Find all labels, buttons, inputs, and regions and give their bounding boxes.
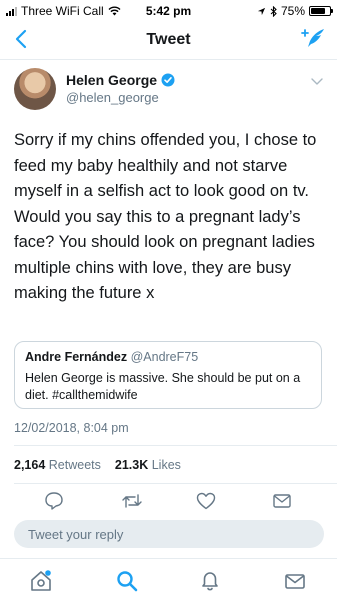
tweet-actions [0,490,337,514]
compose-icon[interactable] [301,26,327,52]
envelope-icon[interactable] [271,490,293,512]
verified-badge-icon [161,73,175,87]
divider [14,483,337,484]
avatar[interactable] [14,68,56,110]
battery-percent: 75% [280,4,305,18]
status-right: 75% [257,4,333,18]
quoted-tweet-header: Andre Fernández @AndreF75 [25,350,311,364]
author-name-row[interactable]: Helen George [66,72,175,88]
bluetooth-icon [270,5,277,17]
reply-icon[interactable] [43,490,65,512]
search-icon[interactable] [114,568,140,594]
quoted-author-handle: @AndreF75 [130,350,199,364]
retweets-count: 2,164 [14,458,46,472]
heart-icon[interactable] [195,490,217,512]
author-handle[interactable]: @helen_george [66,90,159,105]
tweet-text: Sorry if my chins offended you, I chose … [14,131,317,302]
reply-bar [14,520,324,548]
quoted-tweet[interactable]: Andre Fernández @AndreF75 Helen George i… [14,341,322,409]
divider [14,445,337,446]
likes-count: 21.3K [114,458,149,472]
retweets-stat[interactable]: 2,164 Retweets [14,458,101,472]
likes-label: Likes [151,458,181,472]
reply-input[interactable] [14,520,324,548]
retweet-icon[interactable] [121,490,143,512]
likes-stat[interactable]: 21.3K Likes [115,458,181,472]
home-icon[interactable] [28,568,54,594]
tweet-author: Helen George @helen_george [14,68,324,118]
envelope-icon[interactable] [282,568,308,594]
tweet-timestamp: 12/02/2018, 8:04 pm [14,421,129,435]
tab-bar [0,558,337,600]
bell-icon[interactable] [197,568,223,594]
battery-fill [311,8,325,14]
quoted-tweet-text: Helen George is massive. She should be p… [25,371,301,402]
battery-icon [309,6,333,16]
retweets-label: Retweets [48,458,101,472]
chevron-down-icon[interactable] [310,74,324,88]
status-bar: Three WiFi Call 5:42 pm 75% [0,0,337,20]
nav-bar: Tweet [0,20,337,60]
quoted-author-name: Andre Fernández [25,350,128,364]
tweet-stats: 2,164 Retweets 21.3K Likes [14,458,181,472]
author-name: Helen George [66,72,158,88]
location-icon [257,7,266,15]
page-title: Tweet [146,31,191,48]
